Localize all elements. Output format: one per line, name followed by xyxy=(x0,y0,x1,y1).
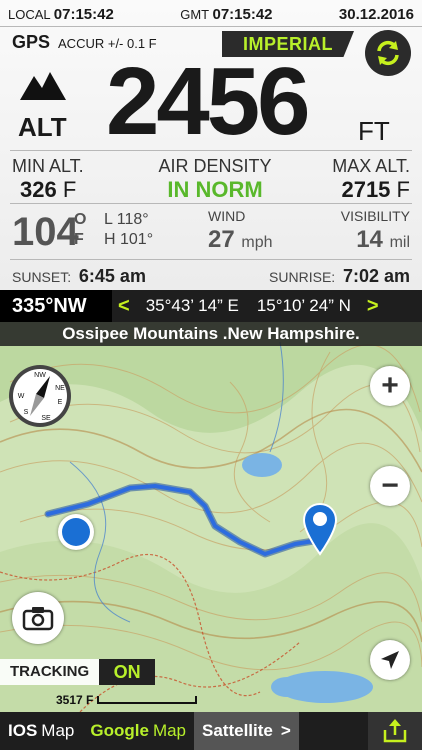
sunset-time: 6:45 am xyxy=(78,266,146,286)
zoom-in-button[interactable]: + xyxy=(370,366,410,406)
compass-heading: 335°NW xyxy=(0,290,112,322)
gmt-time-value: 07:15:42 xyxy=(212,5,273,23)
fahrenheit-symbol: F xyxy=(74,231,84,248)
local-time: LOCAL 07:15:42 xyxy=(8,6,114,23)
visibility-number: 14 xyxy=(356,226,383,253)
map-scale: 3517 F xyxy=(56,693,198,707)
satellite-label: Sattellite xyxy=(202,721,273,740)
camera-icon xyxy=(22,607,54,631)
tab-google-map[interactable]: Google Map xyxy=(82,712,194,750)
map-type-bar: IOS Map Google Map Sattellite > xyxy=(0,712,422,750)
altitude-label: ALT xyxy=(18,112,67,142)
sunset-label: SUNSET: xyxy=(12,269,72,285)
local-time-value: 07:15:42 xyxy=(53,5,114,23)
divider xyxy=(10,203,412,204)
prev-coord-button[interactable]: < xyxy=(118,295,130,318)
divider xyxy=(0,26,422,27)
tracking-label: TRACKING xyxy=(0,659,100,685)
visibility-unit: mil xyxy=(389,234,410,251)
temperature-unit: O F xyxy=(74,210,86,250)
scale-value: 3517 F xyxy=(56,693,94,707)
longitude: 15°10’ 24” N xyxy=(256,296,351,315)
min-alt-value: 326 xyxy=(20,177,57,202)
gmt-label: GMT xyxy=(180,6,209,22)
svg-text:NE: NE xyxy=(55,385,65,392)
temp-high: H 101° xyxy=(104,231,154,248)
tracking-state[interactable]: ON xyxy=(99,659,156,685)
air-density-label: AIR DENSITY xyxy=(158,156,272,176)
tracking-toggle[interactable]: TRACKING ON xyxy=(0,659,156,685)
time-row: LOCAL 07:15:42 GMT 07:15:42 30.12.2016 xyxy=(8,4,414,24)
navigation-arrow-icon xyxy=(381,651,399,669)
svg-text:S: S xyxy=(24,409,29,416)
sunset: SUNSET: 6:45 am xyxy=(12,266,146,287)
svg-text:E: E xyxy=(58,399,63,406)
sun-times: SUNSET: 6:45 am SUNRISE: 7:02 am xyxy=(12,262,410,286)
refresh-icon xyxy=(377,40,399,66)
destination-pin-icon[interactable] xyxy=(302,502,338,556)
coordinates: < 35°43’ 14” E 15°10’ 24” N > xyxy=(118,290,422,322)
compass-icon: NW NE W E SE S xyxy=(9,365,71,427)
wind-value: 27 mph xyxy=(208,226,273,254)
weather-row: 104 O F L 118° H 101° WIND 27 mph VISIBI… xyxy=(12,206,410,258)
satellite-arrow: > xyxy=(280,721,291,740)
max-alt: MAX ALT. 2715 F xyxy=(332,156,410,203)
min-alt-label: MIN ALT. xyxy=(12,156,84,176)
visibility-label: VISIBILITY xyxy=(340,208,410,224)
share-icon xyxy=(383,719,407,743)
google-map-bold: Google xyxy=(90,721,149,740)
max-alt-unit: F xyxy=(396,177,410,202)
svg-text:W: W xyxy=(18,393,25,400)
svg-text:SE: SE xyxy=(41,415,51,422)
ios-map-bold: IOS xyxy=(8,721,38,740)
latitude: 35°43’ 14” E xyxy=(145,296,239,315)
divider xyxy=(10,259,412,260)
air-density-value: IN NORM xyxy=(167,177,263,202)
sunrise: SUNRISE: 7:02 am xyxy=(269,266,410,287)
camera-button[interactable] xyxy=(12,592,64,644)
altitude-value: 2456 xyxy=(106,48,311,155)
google-map-label: Map xyxy=(152,721,187,740)
next-coord-button[interactable]: > xyxy=(367,295,379,318)
degree-symbol: O xyxy=(74,211,87,228)
visibility-value: 14 mil xyxy=(356,226,410,254)
temp-high-low: L 118° H 101° xyxy=(104,210,153,250)
refresh-button[interactable] xyxy=(365,30,411,76)
max-alt-label: MAX ALT. xyxy=(332,156,410,176)
sunrise-label: SUNRISE: xyxy=(269,269,336,285)
tab-ios-map[interactable]: IOS Map xyxy=(0,712,82,750)
max-alt-value: 2715 xyxy=(341,177,391,202)
info-panel: LOCAL 07:15:42 GMT 07:15:42 30.12.2016 G… xyxy=(0,0,422,290)
wind-label: WIND xyxy=(208,208,246,224)
wind-number: 27 xyxy=(208,226,235,253)
svg-text:NW: NW xyxy=(34,372,46,379)
local-label: LOCAL xyxy=(8,6,51,22)
sunrise-time: 7:02 am xyxy=(342,266,410,286)
scale-bar xyxy=(97,696,198,704)
share-button[interactable] xyxy=(368,712,422,750)
locate-me-button[interactable] xyxy=(370,640,410,680)
min-alt: MIN ALT. 326 F xyxy=(12,156,84,203)
date: 30.12.2016 xyxy=(338,5,414,23)
gps-label: GPS xyxy=(12,32,51,52)
zoom-out-button[interactable]: − xyxy=(370,466,410,506)
gmt-time: GMT 07:15:42 xyxy=(180,6,272,23)
divider xyxy=(10,150,412,151)
altitude-unit: FT xyxy=(358,116,390,146)
ios-map-label: Map xyxy=(41,721,75,740)
altitude-stats: MIN ALT. 326 F AIR DENSITY IN NORM MAX A… xyxy=(12,156,410,202)
temp-low: L 118° xyxy=(104,211,149,228)
current-location-marker xyxy=(58,514,94,550)
mountain-icon xyxy=(20,72,66,100)
coordinate-bar: 335°NW < 35°43’ 14” E 15°10’ 24” N > xyxy=(0,290,422,322)
topo-map[interactable]: Ossipee Mountains .New Hampshire. NW NE … xyxy=(0,322,422,712)
location-name: Ossipee Mountains .New Hampshire. xyxy=(0,322,422,346)
compass-button[interactable]: NW NE W E SE S xyxy=(8,364,72,428)
air-density: AIR DENSITY IN NORM xyxy=(140,156,290,203)
wind-unit: mph xyxy=(241,234,273,251)
min-alt-unit: F xyxy=(62,177,77,202)
tab-satellite[interactable]: Sattellite > xyxy=(194,712,299,750)
temperature-value: 104 xyxy=(12,210,79,254)
